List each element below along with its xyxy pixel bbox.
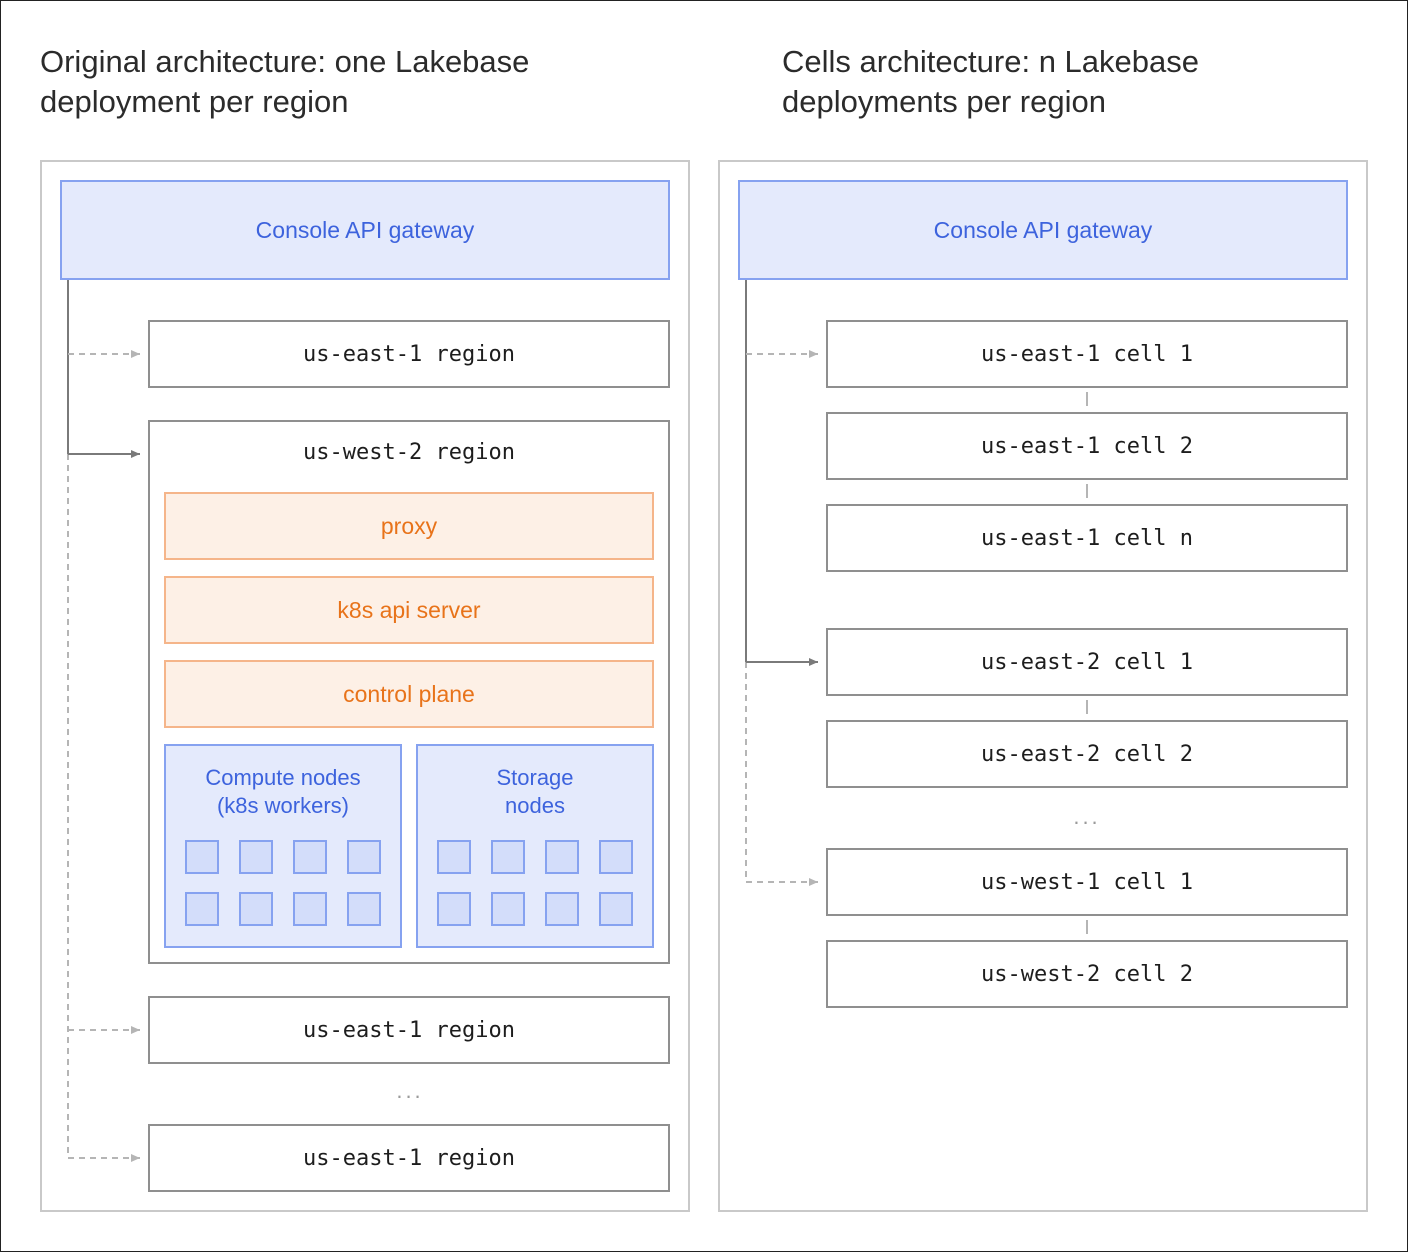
compute-node [239,840,273,874]
region-us-east-1-top: us-east-1 region [148,320,670,388]
storage-node [599,840,633,874]
storage-node [545,840,579,874]
storage-node [437,840,471,874]
compute-nodes-label: Compute nodes (k8s workers) [166,764,400,820]
compute-node [347,892,381,926]
storage-nodes-label: Storage nodes [418,764,652,820]
storage-node [599,892,633,926]
region-us-east-1-bottom-2: us-east-1 region [148,1124,670,1192]
cell-us-east-1-2: us-east-1 cell 2 [826,412,1348,480]
compute-node [293,892,327,926]
region-us-east-1-bottom-1: us-east-1 region [148,996,670,1064]
compute-node [239,892,273,926]
compute-node [185,840,219,874]
right-console-api-gateway: Console API gateway [738,180,1348,280]
compute-node [185,892,219,926]
right-ellipsis: ... [1073,804,1101,829]
cell-us-east-1-n: us-east-1 cell n [826,504,1348,572]
proxy-layer: proxy [164,492,654,560]
storage-nodes-group: Storage nodes [416,744,654,948]
storage-node [437,892,471,926]
cell-us-west-2-2: us-west-2 cell 2 [826,940,1348,1008]
left-ellipsis: ... [396,1078,424,1103]
control-plane-layer: control plane [164,660,654,728]
storage-nodes-label-line1: Storage [496,765,574,790]
storage-node [491,840,525,874]
compute-nodes-label-line2: (k8s workers) [216,793,349,818]
cell-us-east-1-1: us-east-1 cell 1 [826,320,1348,388]
region-us-west-2-label: us-west-2 region [303,440,515,465]
compute-nodes-label-line1: Compute nodes [205,765,361,790]
compute-nodes-group: Compute nodes (k8s workers) [164,744,402,948]
cell-us-east-2-2: us-east-2 cell 2 [826,720,1348,788]
cell-us-east-2-1: us-east-2 cell 1 [826,628,1348,696]
cell-us-west-1-1: us-west-1 cell 1 [826,848,1348,916]
left-console-api-gateway: Console API gateway [60,180,670,280]
compute-node [347,840,381,874]
k8s-api-server-layer: k8s api server [164,576,654,644]
storage-node [491,892,525,926]
compute-node [293,840,327,874]
storage-nodes-label-line2: nodes [505,793,565,818]
storage-node [545,892,579,926]
